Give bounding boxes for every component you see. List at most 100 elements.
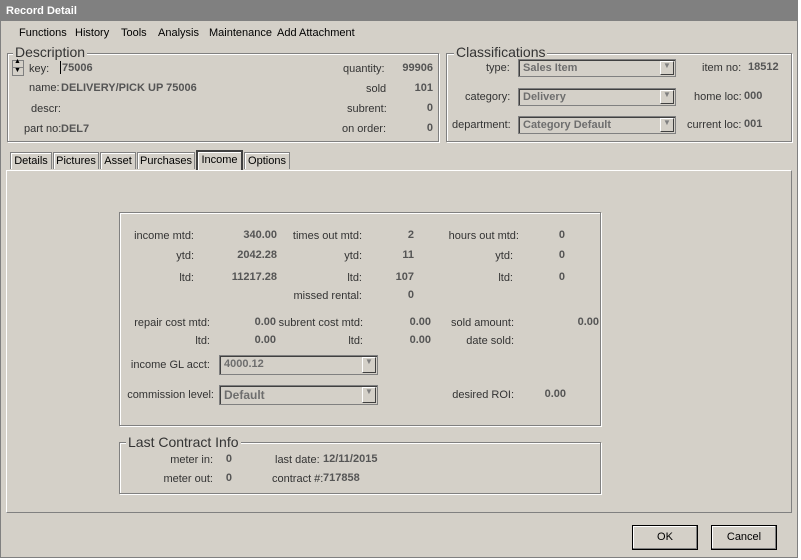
tab-purchases[interactable]: Purchases [137,152,195,169]
income-ytd-label: ytd: [176,250,194,262]
department-select[interactable]: Category Default ▼ [518,116,676,134]
hours-out-ltd-value: 0 [558,271,565,283]
homeloc-value: 000 [744,90,763,102]
commission-level-select[interactable]: Default ▼ [219,385,378,405]
type-label: type: [486,62,510,74]
sold-amount-label: sold amount: [451,317,514,329]
menu-maintenance[interactable]: Maintenance [209,27,272,39]
income-mtd-value: 340.00 [243,229,277,241]
chevron-down-icon[interactable]: ▼ [660,61,674,75]
hours-out-mtd-label: hours out mtd: [448,230,519,242]
category-select[interactable]: Delivery ▼ [518,88,676,106]
missed-rental-label: missed rental: [293,290,362,302]
times-out-ytd-label: ytd: [344,250,362,262]
hours-out-mtd-value: 0 [558,229,565,241]
subrent-cost-mtd-value: 0.00 [409,316,431,328]
quantity-label: quantity: [343,63,385,75]
income-gl-value: 4000.12 [224,358,264,370]
record-detail-window: Record Detail Functions History Tools An… [0,0,798,558]
desired-roi-value: 0.00 [544,388,566,400]
missed-rental-value: 0 [407,289,414,301]
subrent-cost-ltd-label: ltd: [348,335,363,347]
menu-analysis[interactable]: Analysis [158,27,199,39]
last-contract-title: Last Contract Info [126,434,241,450]
meter-in-label: meter in: [170,454,213,466]
itemno-label: item no: [702,62,742,74]
department-select-value: Category Default [523,119,612,131]
tab-pictures[interactable]: Pictures [53,152,99,169]
category-select-value: Delivery [523,91,566,103]
subrent-label: subrent: [347,103,387,115]
spinner-up-icon[interactable]: ▲ [14,58,21,65]
spinner-down-icon[interactable]: ▼ [14,67,21,74]
contract-value: 717858 [323,472,360,484]
chevron-down-icon[interactable]: ▼ [362,357,376,373]
chevron-down-icon[interactable]: ▼ [660,90,674,104]
subrent-value: 0 [426,102,433,114]
type-select-value: Sales Item [523,62,578,74]
key-field[interactable]: 75006 [62,62,93,74]
key-spinner[interactable]: ▲ ▼ [12,58,24,76]
menu-tools[interactable]: Tools [121,27,147,39]
category-label: category: [465,91,511,103]
menu-bar: Functions History Tools Analysis Mainten… [1,22,797,44]
commission-level-value: Default [224,388,265,402]
quantity-value: 99906 [402,62,433,74]
income-mtd-label: income mtd: [134,230,194,242]
ok-button[interactable]: OK [632,525,698,550]
contract-label: contract #: [272,473,324,485]
tab-options[interactable]: Options [244,152,290,169]
meter-out-value: 0 [225,472,232,484]
sold-amount-value: 0.00 [577,316,599,328]
chevron-down-icon[interactable]: ▼ [362,387,376,403]
text-cursor [60,61,61,74]
name-field[interactable]: DELIVERY/PICK UP 75006 [61,82,197,94]
currentloc-value: 001 [744,118,763,130]
window-title: Record Detail [1,1,797,21]
times-out-mtd-label: times out mtd: [292,230,362,242]
key-label: key: [29,63,50,75]
times-out-ltd-value: 107 [395,271,414,283]
partno-label: part no: [24,123,62,135]
meter-out-label: meter out: [163,473,213,485]
menu-functions[interactable]: Functions [19,27,67,39]
income-ltd-label: ltd: [179,272,194,284]
times-out-ytd-value: 11 [402,249,414,261]
classifications-title: Classifications [454,44,548,60]
partno-field[interactable]: DEL7 [61,123,89,135]
homeloc-label: home loc: [694,91,742,103]
repair-cost-mtd-label: repair cost mtd: [134,317,210,329]
income-ytd-value: 2042.28 [237,249,277,261]
income-gl-select[interactable]: 4000.12 ▼ [219,355,378,375]
name-label: name: [29,82,60,94]
repair-cost-ltd-value: 0.00 [254,334,276,346]
menu-history[interactable]: History [75,27,109,39]
menu-add-attachment[interactable]: Add Attachment [277,27,355,39]
hours-out-ltd-label: ltd: [498,272,513,284]
times-out-mtd-value: 2 [407,229,414,241]
repair-cost-mtd-value: 0.00 [254,316,276,328]
cancel-button[interactable]: Cancel [711,525,777,550]
tab-income[interactable]: Income [196,150,243,171]
times-out-ltd-label: ltd: [347,272,362,284]
tab-asset[interactable]: Asset [100,152,136,169]
chevron-down-icon[interactable]: ▼ [660,118,674,132]
hours-out-ytd-value: 0 [558,249,565,261]
last-date-label: last date: [275,454,320,466]
subrent-cost-mtd-label: subrent cost mtd: [278,317,363,329]
type-select[interactable]: Sales Item ▼ [518,59,676,77]
last-date-value: 12/11/2015 [323,453,378,465]
income-gl-label: income GL acct: [130,359,210,371]
sold-label: sold [366,83,387,95]
desired-roi-label: desired ROI: [452,389,514,401]
itemno-value: 18512 [748,61,779,73]
descr-label: descr: [31,103,61,115]
department-label: department: [452,119,511,131]
tab-details[interactable]: Details [10,152,52,169]
description-title: Description [13,44,88,60]
date-sold-label: date sold: [466,335,514,347]
meter-in-value: 0 [225,453,232,465]
onorder-value: 0 [426,122,433,134]
repair-cost-ltd-label: ltd: [195,335,210,347]
onorder-label: on order: [342,123,387,135]
